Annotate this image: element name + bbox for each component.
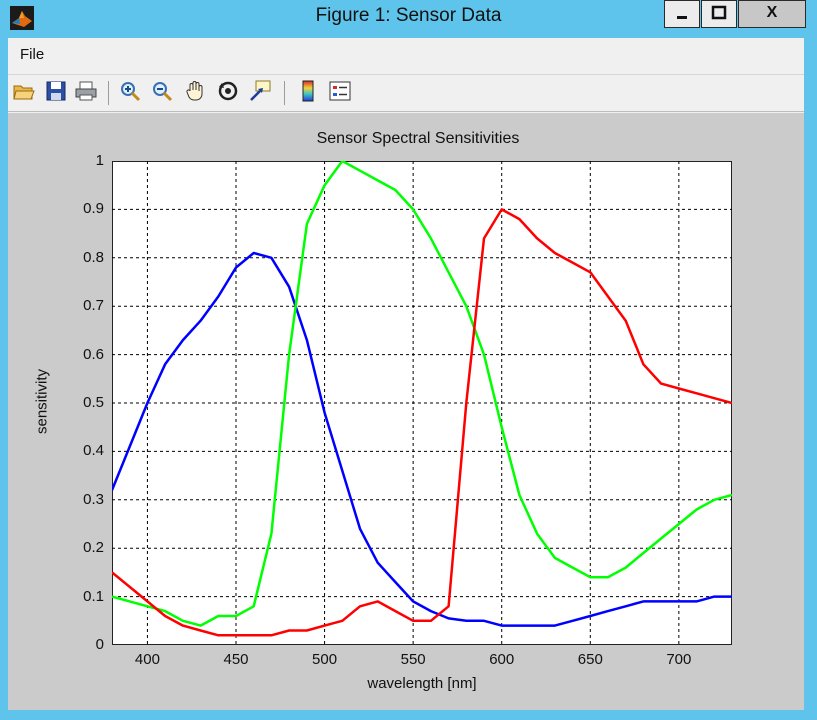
y-tick-label: 0.2 [83, 539, 104, 557]
y-tick-label: 0.3 [83, 490, 104, 508]
x-tick-label: 550 [400, 651, 426, 668]
x-tick-label: 400 [134, 651, 160, 668]
x-axis-label: wavelength [nm] [367, 675, 477, 692]
menu-bar: File [8, 38, 804, 72]
figure-canvas[interactable]: Sensor Spectral Sensitivities 400 450 500 5… [8, 113, 804, 710]
x-tick-label: 450 [223, 651, 249, 668]
legend-icon[interactable] [328, 79, 352, 103]
plot-area [112, 161, 732, 645]
series-line-0 [112, 251, 732, 627]
x-tick-label: 650 [577, 651, 603, 668]
y-axis-label: sensitivity [33, 368, 51, 435]
rotate-3d-icon[interactable] [216, 79, 240, 103]
data-cursor-icon[interactable] [248, 79, 272, 103]
series-line-1 [112, 161, 732, 627]
print-icon[interactable] [74, 79, 98, 103]
minimize-button[interactable] [664, 0, 700, 28]
figure-window: Figure 1: Sensor Data X File Sensor Spec… [0, 0, 817, 720]
title-bar[interactable]: Figure 1: Sensor Data X [0, 0, 817, 38]
y-tick-label: 0.7 [83, 297, 104, 315]
x-tick-label: 600 [489, 651, 515, 668]
plot-axes[interactable] [112, 161, 732, 645]
toolbar [8, 74, 804, 112]
maximize-button[interactable] [701, 0, 737, 28]
chart-title: Sensor Spectral Sensitivities [316, 130, 520, 147]
y-tick-label: 0.6 [83, 345, 104, 363]
pan-hand-icon[interactable] [184, 79, 208, 103]
x-tick-label: 700 [666, 651, 692, 668]
y-tick-label: 0.4 [83, 442, 104, 460]
colorbar-icon[interactable] [296, 79, 320, 103]
y-tick-label: 0 [95, 636, 104, 653]
y-tick-label: 0.8 [83, 248, 104, 266]
save-icon[interactable] [44, 79, 68, 103]
y-tick-label: 0.1 [83, 587, 104, 605]
toolbar-separator [284, 81, 285, 105]
close-button[interactable]: X [738, 0, 806, 28]
y-tick-label: 0.9 [83, 200, 104, 218]
figure-frame: File Sensor Spectral Sensitivities 400 4… [8, 38, 804, 710]
zoom-out-icon[interactable] [150, 79, 174, 103]
y-tick-label: 1 [95, 152, 104, 169]
y-tick-label: 0.5 [83, 394, 104, 411]
x-tick-label: 500 [312, 651, 338, 668]
menu-file[interactable]: File [20, 46, 44, 63]
series-line-2 [112, 208, 732, 637]
open-file-icon[interactable] [12, 79, 36, 103]
zoom-in-icon[interactable] [118, 79, 142, 103]
toolbar-separator [108, 81, 109, 105]
